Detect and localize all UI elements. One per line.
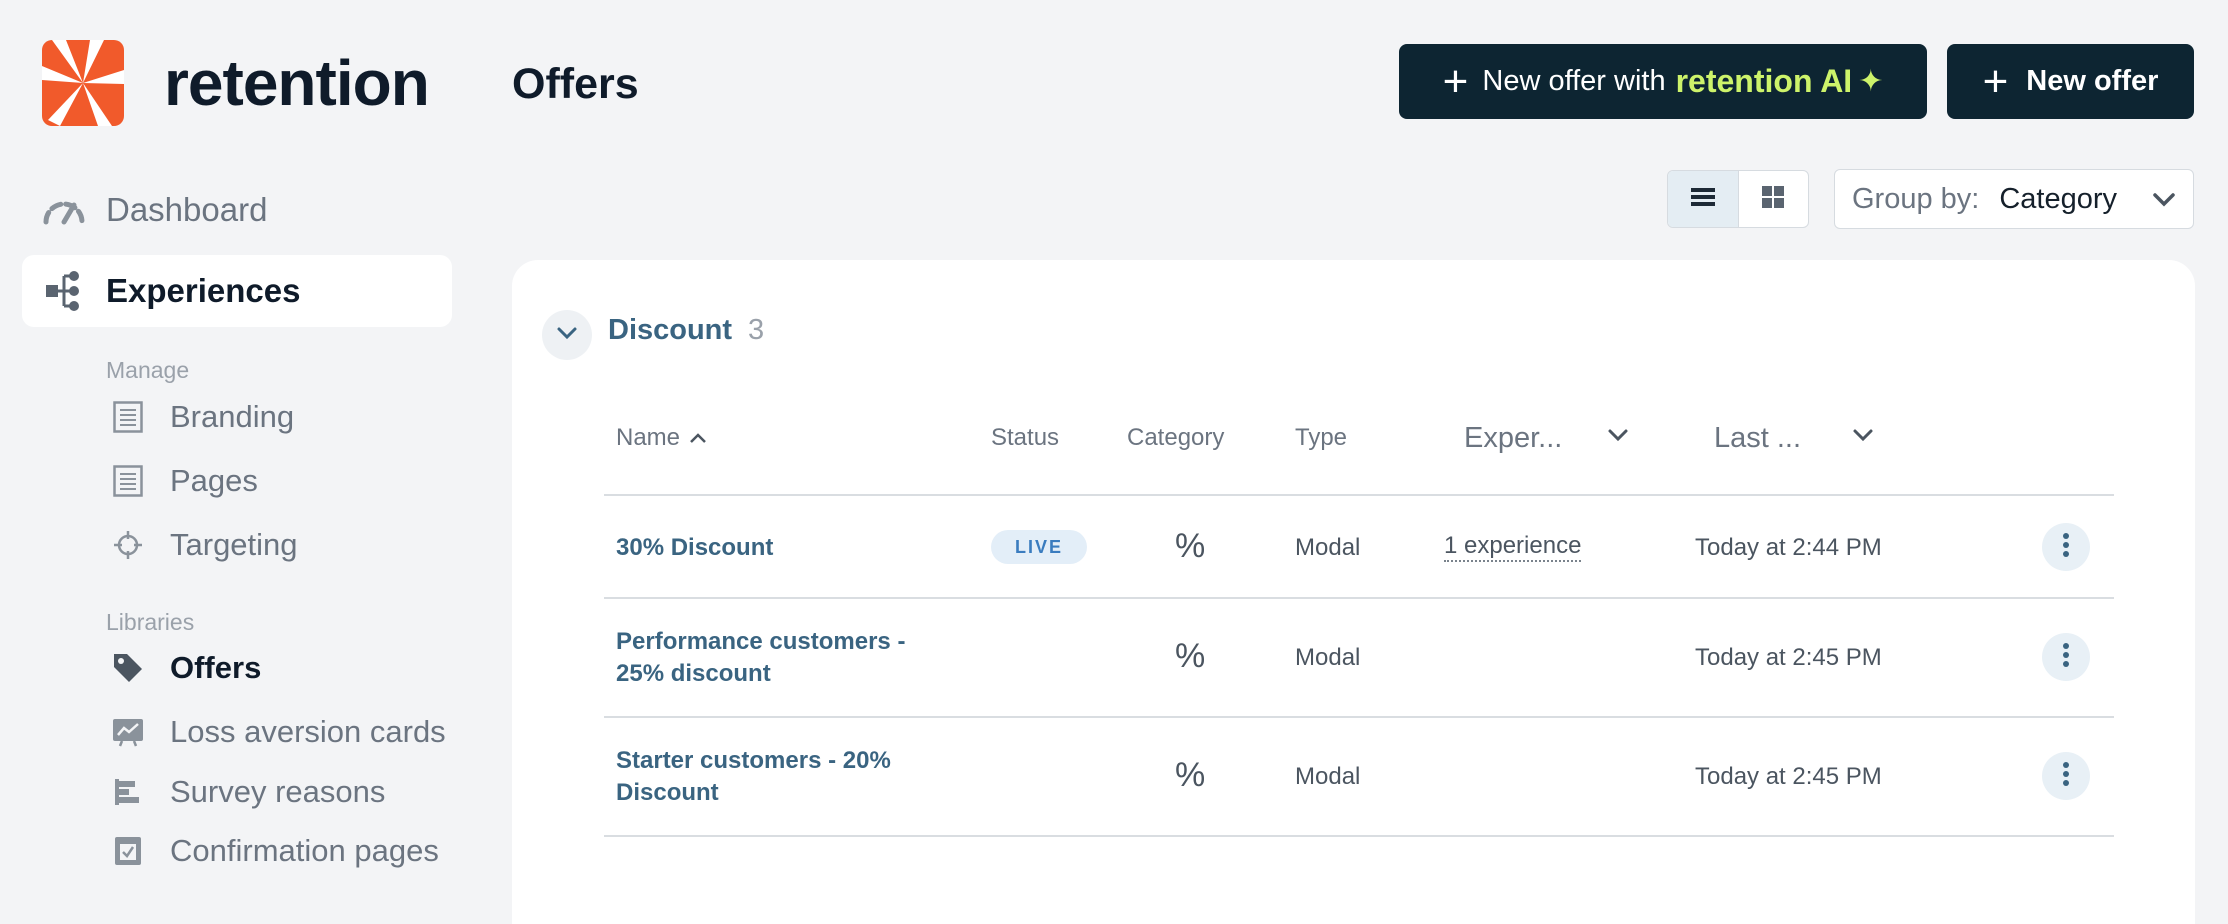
document-icon xyxy=(110,399,146,435)
group-title: Discount xyxy=(608,314,733,346)
ai-button-brand: retention AI xyxy=(1675,63,1853,99)
sort-ascending-icon xyxy=(688,424,708,452)
column-header-name[interactable]: Name xyxy=(616,424,708,452)
last-updated: Today at 2:45 PM xyxy=(1695,644,1882,671)
sidebar-item-pages[interactable]: Pages xyxy=(110,456,258,506)
more-vertical-icon xyxy=(2062,532,2070,563)
retention-logo-icon xyxy=(42,40,124,126)
sidebar-item-dashboard[interactable]: Dashboard xyxy=(22,174,452,246)
offer-type: Modal xyxy=(1295,534,1361,561)
sidebar-item-survey-reasons[interactable]: Survey reasons xyxy=(110,767,385,817)
column-header-label: Name xyxy=(616,424,681,451)
sidebar-item-label: Dashboard xyxy=(106,191,268,228)
plus-icon: + xyxy=(1442,56,1469,106)
offer-name-link[interactable]: 30% Discount xyxy=(616,532,946,564)
sidebar-item-label: Branding xyxy=(170,399,295,434)
new-offer-ai-button[interactable]: + New offer with retention AI ✦ xyxy=(1399,44,1927,119)
column-header-label: Last ... xyxy=(1714,422,1802,454)
group-count: 3 xyxy=(748,314,765,346)
plus-icon: + xyxy=(1982,56,2009,106)
experiences-link[interactable]: 1 experience xyxy=(1444,532,1582,562)
sidebar-item-label: Offers xyxy=(170,650,262,685)
divider xyxy=(604,597,2114,599)
status-badge: LIVE xyxy=(991,530,1087,564)
chart-card-icon xyxy=(110,714,146,750)
group-by-select[interactable]: Group by: Category xyxy=(1834,169,2194,229)
sidebar-item-confirmation-pages[interactable]: Confirmation pages xyxy=(110,826,439,876)
page-title: Offers xyxy=(512,60,639,108)
sidebar-item-loss-aversion-cards[interactable]: Loss aversion cards xyxy=(110,707,446,757)
percent-icon: % xyxy=(1175,637,1206,675)
sparkle-icon: ✦ xyxy=(1858,65,1884,98)
new-offer-label: New offer xyxy=(2026,65,2159,97)
offers-card: Discount 3 Name Status Category Type Exp… xyxy=(512,260,2195,924)
column-header-status[interactable]: Status xyxy=(991,424,1059,452)
row-menu-button[interactable] xyxy=(2042,752,2090,800)
grid-icon xyxy=(1762,185,1785,213)
collapse-group-button[interactable] xyxy=(542,310,592,360)
last-updated: Today at 2:45 PM xyxy=(1695,763,1882,790)
percent-icon: % xyxy=(1175,527,1206,565)
row-menu-button[interactable] xyxy=(2042,633,2090,681)
row-menu-button[interactable] xyxy=(2042,523,2090,571)
offer-type: Modal xyxy=(1295,763,1361,790)
sidebar-item-label: Survey reasons xyxy=(170,774,386,809)
section-label-manage: Manage xyxy=(106,357,190,383)
group-by-label: Group by: xyxy=(1852,182,1980,215)
document-icon xyxy=(110,463,146,499)
last-updated: Today at 2:44 PM xyxy=(1695,534,1882,561)
checkbox-icon xyxy=(110,833,146,869)
sidebar-item-targeting[interactable]: Targeting xyxy=(110,520,298,570)
chevron-down-icon xyxy=(556,322,578,349)
sidebar-item-branding[interactable]: Branding xyxy=(110,392,294,442)
offer-name-link[interactable]: Starter customers - 20% Discount xyxy=(616,745,946,809)
chevron-down-icon xyxy=(1851,422,1875,455)
column-header-last-updated[interactable]: Last ... xyxy=(1714,422,1875,455)
offer-type: Modal xyxy=(1295,644,1361,671)
column-header-type[interactable]: Type xyxy=(1295,424,1347,452)
gauge-icon xyxy=(42,188,86,232)
divider xyxy=(604,716,2114,718)
flow-tree-icon xyxy=(42,269,86,313)
offer-name-link[interactable]: Performance customers - 25% discount xyxy=(616,626,946,690)
list-view-button[interactable] xyxy=(1668,171,1739,227)
grid-view-button[interactable] xyxy=(1739,171,1809,227)
section-label-libraries: Libraries xyxy=(106,609,195,635)
brand-logo[interactable]: retention xyxy=(42,40,430,126)
divider xyxy=(604,835,2114,837)
sidebar-item-label: Pages xyxy=(170,463,258,498)
group-by-value: Category xyxy=(1999,182,2118,215)
sidebar-item-label: Confirmation pages xyxy=(170,833,439,868)
tag-icon xyxy=(110,650,146,686)
sidebar-item-label: Targeting xyxy=(170,527,298,562)
column-header-experiences[interactable]: Exper... xyxy=(1464,422,1630,455)
sidebar-item-label: Experiences xyxy=(106,272,301,309)
divider xyxy=(604,494,2114,496)
brand-name: retention xyxy=(164,47,430,119)
crosshair-icon xyxy=(110,527,146,563)
new-offer-button[interactable]: + New offer xyxy=(1947,44,2194,119)
chevron-down-icon xyxy=(2151,186,2177,220)
sidebar-item-offers[interactable]: Offers xyxy=(110,643,261,693)
sidebar-item-label: Loss aversion cards xyxy=(170,714,446,749)
bars-icon xyxy=(110,774,146,810)
more-vertical-icon xyxy=(2062,642,2070,673)
chevron-down-icon xyxy=(1606,422,1630,455)
sidebar-item-experiences[interactable]: Experiences xyxy=(22,255,452,327)
column-header-category[interactable]: Category xyxy=(1127,424,1224,452)
column-header-label: Exper... xyxy=(1464,422,1563,454)
percent-icon: % xyxy=(1175,756,1206,794)
view-toggle xyxy=(1667,170,1809,228)
list-icon xyxy=(1690,187,1715,212)
more-vertical-icon xyxy=(2062,761,2070,792)
ai-button-prefix: New offer with xyxy=(1482,65,1666,97)
